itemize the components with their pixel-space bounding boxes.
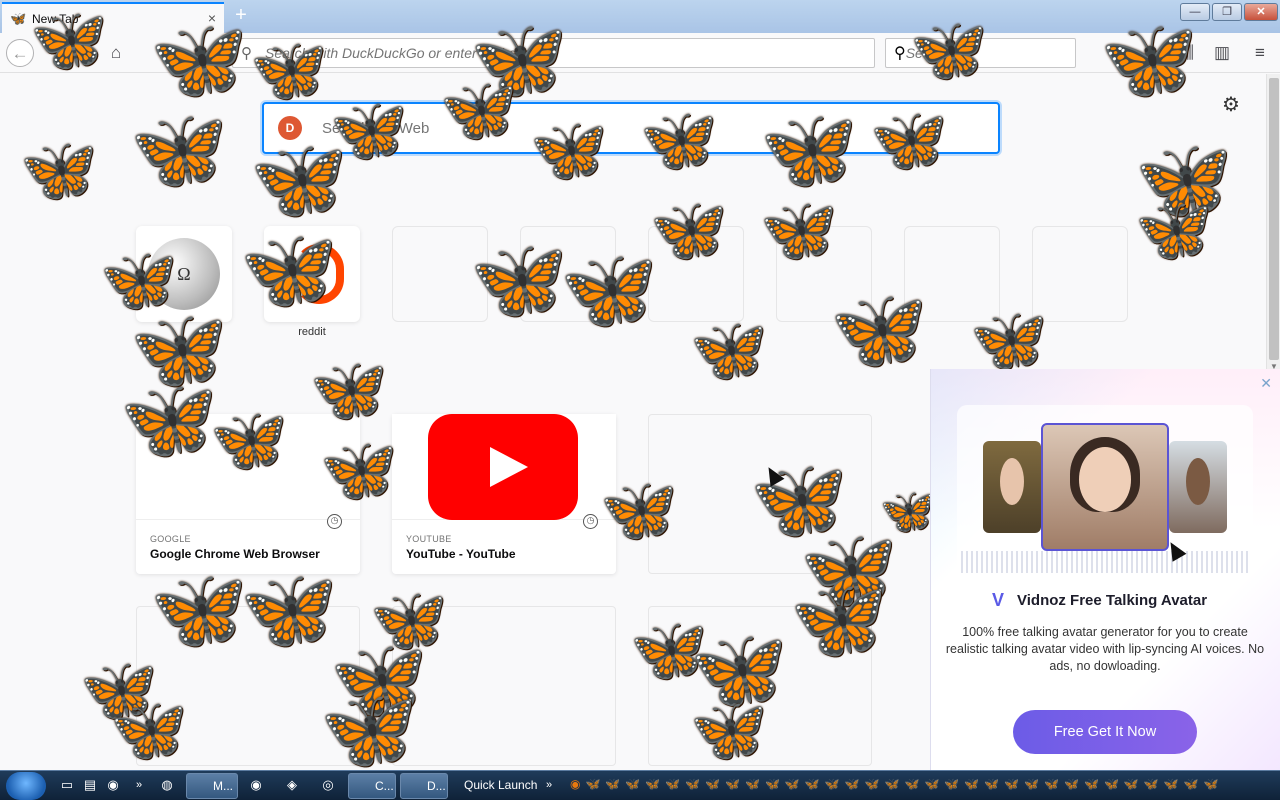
- app-icon[interactable]: ◈: [283, 776, 301, 794]
- top-site-label: reddit: [298, 326, 326, 338]
- butterfly-icon: 🦋: [830, 285, 928, 373]
- close-window-button[interactable]: ✕: [1244, 3, 1278, 21]
- avatar-image-selected: [1041, 423, 1169, 551]
- taskbar: ▭ ▤ ◉ » ◍ M... ◉ ◈ ◎ C... D... Quick Lau…: [0, 770, 1280, 800]
- gear-icon[interactable]: ⚙: [1222, 92, 1240, 117]
- chevron-icon[interactable]: »: [130, 776, 148, 794]
- clock-icon: ◷: [583, 514, 598, 529]
- show-desktop-icon[interactable]: ▭: [58, 776, 76, 794]
- butterfly-icon: 🦋: [1135, 196, 1213, 265]
- butterfly-icon: 🦋: [470, 235, 568, 323]
- butterfly-icon: 🦋: [760, 196, 838, 265]
- butterfly-icon: 🦋: [440, 76, 518, 145]
- butterfly-icon: 🦋: [870, 106, 948, 175]
- butterfly-icon: 🦋: [120, 375, 218, 463]
- maximize-button[interactable]: ❐: [1212, 3, 1242, 21]
- avatar-image: [983, 441, 1041, 533]
- ad-brand: V Vidnoz Free Talking Avatar: [987, 589, 1207, 611]
- butterfly-icon: 🦋: [640, 106, 718, 175]
- sidebar-icon[interactable]: ▥: [1208, 39, 1236, 67]
- card-title: Google Chrome Web Browser: [150, 547, 320, 561]
- ad-cta-button[interactable]: Free Get It Now: [1013, 710, 1197, 754]
- butterfly-icon: 🦋: [100, 246, 178, 315]
- butterfly-icon: 🦋: [760, 105, 858, 193]
- card-source: GOOGLE: [150, 534, 191, 544]
- butterfly-icon: 🦋: [110, 696, 188, 765]
- butterfly-icon: 🦋: [910, 16, 988, 85]
- vidnoz-logo-icon: V: [991, 590, 1004, 610]
- butterfly-icon: 🦋: [690, 316, 768, 385]
- explorer-icon[interactable]: ▤: [81, 776, 99, 794]
- audio-waveform: [961, 551, 1251, 573]
- butterfly-icon: 🦋: [150, 15, 248, 103]
- task-button[interactable]: C...: [348, 773, 396, 799]
- highlight-card[interactable]: ◷ YOUTUBE YouTube - YouTube: [392, 414, 616, 574]
- clock-icon: ◷: [327, 514, 342, 529]
- butterfly-icon: 🦋: [150, 565, 248, 653]
- butterfly-icon: 🦋: [790, 575, 888, 663]
- butterfly-icon: 🦋: [30, 6, 108, 75]
- butterfly-icon: 🦋: [1100, 15, 1198, 103]
- search-icon: ⚲: [894, 45, 906, 62]
- task-button[interactable]: D...: [400, 773, 448, 799]
- butterfly-icon: 🦋: [650, 196, 728, 265]
- start-button[interactable]: [6, 772, 46, 800]
- butterfly-icon: 🦋: [880, 487, 935, 536]
- task-button[interactable]: M...: [186, 773, 238, 799]
- firefox-icon[interactable]: ◍: [158, 776, 176, 794]
- butterfly-icon: 🦋: [970, 306, 1048, 375]
- butterfly-icon: 🦋: [600, 476, 678, 545]
- chrome-icon[interactable]: ◉: [247, 776, 265, 794]
- menu-icon[interactable]: ≡: [1246, 39, 1274, 67]
- card-thumbnail: [392, 414, 616, 520]
- ad-popup[interactable]: ✕ V Vidnoz Free Talking Avatar 100% free…: [930, 369, 1280, 770]
- butterfly-icon: 🦋: [690, 696, 768, 765]
- quick-launch-label: Quick Launch: [464, 778, 538, 792]
- youtube-icon: [428, 414, 578, 520]
- play-icon: [490, 447, 528, 487]
- butterfly-icon: 🦋: [250, 36, 328, 105]
- butterfly-icon: 🦋: [10, 10, 27, 26]
- butterfly-icon: 🦋: [20, 136, 98, 205]
- butterfly-tray-icons[interactable]: ◉🦋🦋🦋🦋🦋🦋🦋🦋🦋🦋🦋🦋🦋🦋🦋🦋🦋🦋🦋🦋🦋🦋🦋🦋🦋🦋🦋🦋🦋🦋🦋🦋: [570, 777, 1270, 795]
- card-title: YouTube - YouTube: [406, 547, 516, 561]
- butterfly-icon: 🦋: [320, 436, 398, 505]
- close-icon[interactable]: ✕: [1260, 375, 1272, 392]
- butterfly-icon: 🦋: [560, 245, 658, 333]
- ad-description: 100% free talking avatar generator for y…: [945, 625, 1265, 673]
- butterfly-icon: 🦋: [240, 565, 338, 653]
- card-source: YOUTUBE: [406, 534, 452, 544]
- chevron-icon[interactable]: »: [540, 776, 558, 794]
- butterfly-icon: 🦋: [320, 685, 418, 773]
- butterfly-icon: 🦋: [310, 356, 388, 425]
- scrollbar-thumb[interactable]: [1269, 78, 1279, 360]
- butterfly-icon: 🦋: [210, 406, 288, 475]
- app-icon[interactable]: ◎: [319, 776, 337, 794]
- chrome-icon[interactable]: ◉: [104, 776, 122, 794]
- butterfly-icon: 🦋: [130, 105, 228, 193]
- ad-brand-name: Vidnoz Free Talking Avatar: [1017, 591, 1208, 609]
- butterfly-icon: 🦋: [240, 225, 338, 313]
- butterfly-icon: 🦋: [330, 96, 408, 165]
- butterfly-icon: 🦋: [530, 116, 608, 185]
- avatar-image: [1169, 441, 1227, 533]
